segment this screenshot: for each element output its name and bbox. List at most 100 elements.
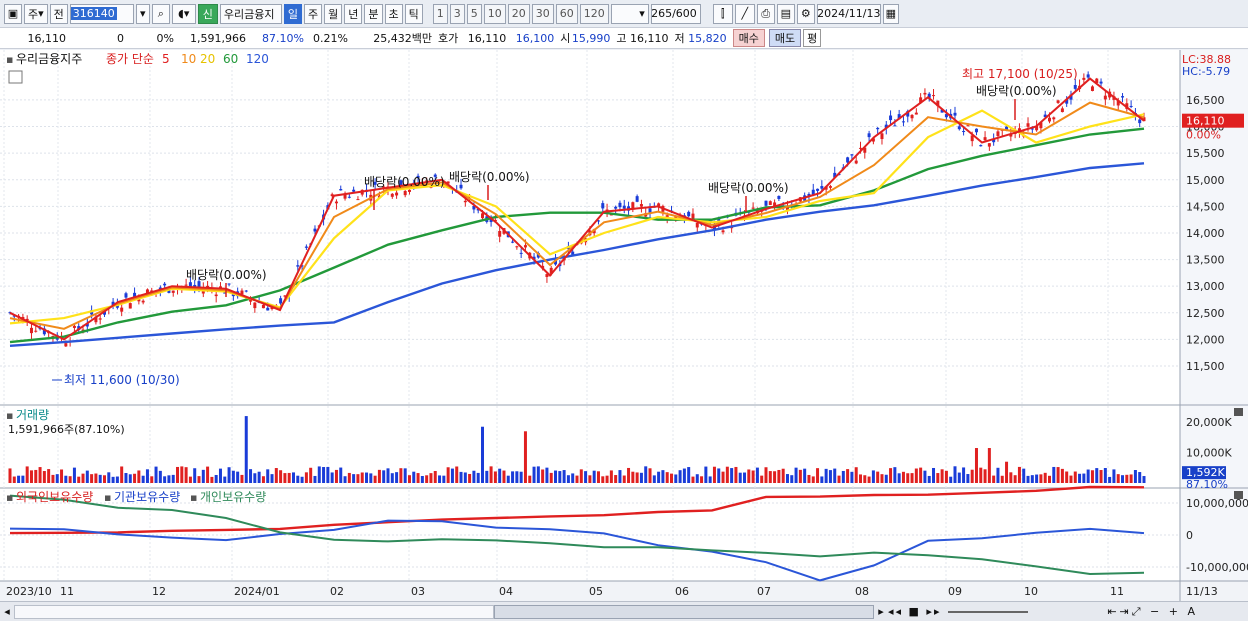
volume-bar (47, 469, 51, 483)
tab-daily[interactable]: 일 (283, 3, 303, 24)
zoom-tools-icon[interactable]: ⇤⇥⤢ − + A (1028, 605, 1198, 619)
volume-bar (261, 476, 265, 483)
candle-body (356, 199, 360, 201)
zoom-slider[interactable] (948, 610, 1028, 613)
volume-bar (652, 475, 656, 483)
interval-60[interactable]: 60 (555, 3, 578, 24)
price-tick-label: 11,500 (1186, 360, 1225, 373)
tab-yearly[interactable]: 년 (344, 3, 363, 24)
volume-bar (94, 473, 98, 483)
tab-weekly[interactable]: 주 (304, 3, 323, 24)
code-dropdown-icon[interactable]: ▾ (135, 3, 150, 24)
dividend-label: 배당락(0.00%) (186, 268, 267, 282)
price-tick-label: 15,000 (1186, 174, 1225, 187)
volume-bar (1142, 476, 1146, 483)
interval-1[interactable]: 1 (432, 3, 448, 24)
volume-bar (927, 475, 931, 483)
candle-icon[interactable]: ⫿ (712, 3, 733, 24)
volume-bar (223, 476, 227, 483)
candle-body (622, 205, 626, 209)
volume-bar (1121, 475, 1125, 483)
draw-tool-icon[interactable]: ╱ (734, 3, 755, 24)
scroll-thumb[interactable] (494, 604, 874, 619)
calendar-icon[interactable]: ▦ (882, 3, 899, 24)
tab-minute[interactable]: 분 (364, 3, 383, 24)
holding-tick-label: -10,000,000 (1186, 561, 1248, 574)
volume-bar (863, 475, 867, 483)
layout-icon[interactable]: ▣ (4, 3, 22, 24)
interval-20[interactable]: 20 (507, 3, 530, 24)
volume-bar (68, 476, 72, 483)
stock-chart[interactable]: 16,50016,00015,50015,00014,50014,00013,5… (0, 50, 1248, 601)
candle-body (197, 281, 201, 287)
play-controls[interactable]: ◂◂ ■ ▸▸ (888, 605, 948, 618)
chart-scrollbar[interactable]: ◂ ▸ ◂◂ ■ ▸▸ ⇤⇥⤢ − + A (0, 601, 1248, 621)
ma-label: 종가 단순 (106, 52, 154, 66)
volume-bar (231, 470, 235, 483)
volume-bar (399, 468, 403, 483)
scroll-left-icon[interactable]: ◂ (0, 605, 14, 618)
holding-series-title: 개인보유수량 (200, 490, 266, 504)
ma-period-label: 5 (162, 52, 170, 66)
volume-bar (665, 472, 669, 483)
interval-10[interactable]: 10 (483, 3, 506, 24)
volume-bar (1030, 475, 1034, 483)
volume-bar (773, 471, 777, 483)
save-icon[interactable]: ▤ (776, 3, 795, 24)
interval-custom-input[interactable]: ▾ (610, 3, 649, 24)
new-badge[interactable]: 신 (197, 3, 218, 24)
volume-bar (270, 474, 274, 483)
gear-icon[interactable]: ⚙ (796, 3, 815, 24)
candle-body (98, 318, 102, 320)
interval-120[interactable]: 120 (579, 3, 609, 24)
eval-button[interactable]: 평 (803, 29, 822, 47)
scroll-right-icon[interactable]: ▸ (874, 605, 888, 618)
volume-bar (1138, 472, 1142, 483)
candle-body (72, 325, 76, 328)
candle-body (1103, 95, 1107, 100)
sound-icon[interactable]: ◖▾ (171, 3, 196, 24)
candle-body (764, 200, 768, 206)
scroll-track[interactable] (14, 604, 494, 619)
volume-bar (725, 466, 729, 483)
tab-second[interactable]: 초 (384, 3, 403, 24)
candle-body (463, 200, 467, 203)
price-tick-label: 13,000 (1186, 280, 1225, 293)
volume-bar (682, 468, 686, 483)
volume-bar (292, 472, 295, 483)
volume-bar (807, 474, 811, 483)
volume-bar (485, 470, 489, 483)
interval-30[interactable]: 30 (531, 3, 554, 24)
interval-3[interactable]: 3 (449, 3, 465, 24)
print-icon[interactable]: ⎙ (756, 3, 775, 24)
interval-5[interactable]: 5 (466, 3, 482, 24)
search-icon[interactable]: ⌕ (151, 3, 170, 24)
volume-bar (1069, 475, 1073, 483)
volume-bar (1026, 475, 1030, 483)
volume-bar (523, 431, 527, 483)
volume-bar (412, 471, 416, 483)
volume-bar (695, 474, 699, 483)
sell-button[interactable]: 매도 (768, 29, 802, 47)
tab-tick[interactable]: 틱 (404, 3, 423, 24)
x-axis-area (0, 581, 1248, 601)
candle-body (1048, 117, 1051, 122)
count-input[interactable]: 265/600 (650, 3, 701, 24)
date-input[interactable]: 2024/11/13 (816, 3, 881, 24)
volume-bar (768, 471, 772, 483)
volume-bar (352, 474, 356, 483)
buy-button[interactable]: 매수 (732, 29, 765, 47)
volume-bar (944, 470, 948, 483)
candle-body (893, 125, 897, 127)
candle-body (459, 184, 463, 189)
candle-body (279, 298, 283, 304)
mode-select[interactable]: 전 (49, 3, 68, 24)
candle-body (966, 125, 970, 127)
stock-name: 우리금융지 (219, 3, 282, 24)
volume-bar (429, 473, 433, 483)
code-input[interactable]: 316140 (69, 3, 134, 24)
candle-body (1056, 100, 1060, 103)
period-select[interactable]: 주 ▾ (24, 3, 48, 24)
volume-bar (940, 469, 944, 483)
tab-monthly[interactable]: 월 (324, 3, 343, 24)
